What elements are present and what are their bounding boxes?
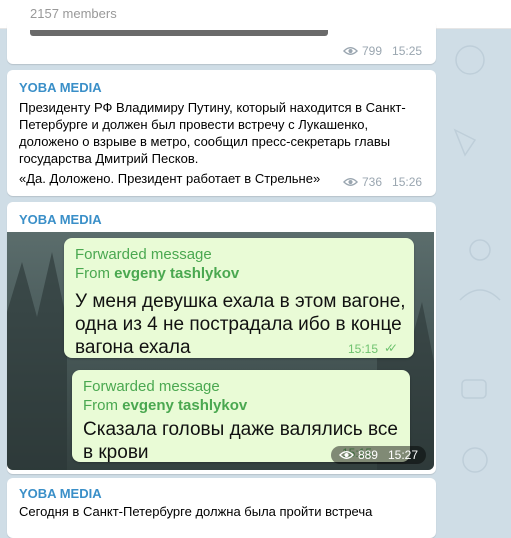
forwarded-message: Forwarded message From evgeny tashlykov … xyxy=(64,238,414,358)
sender-name[interactable]: YOBA MEDIA xyxy=(19,486,102,501)
forwarded-title: Forwarded message xyxy=(83,378,220,395)
read-checks-icon: ✓✓ xyxy=(384,341,398,355)
view-count: 799 xyxy=(362,44,383,58)
forwarded-title: Forwarded message xyxy=(75,246,212,263)
view-count: 889 xyxy=(357,448,378,462)
member-count: 2157 members xyxy=(30,6,117,21)
message-quote: «Да. Доложено. Президент работает в Стре… xyxy=(19,171,321,186)
message-time: 15:25 xyxy=(392,44,423,58)
message-text: Сегодня в Санкт-Петербурге должна была п… xyxy=(19,504,373,519)
views-icon xyxy=(343,178,358,186)
media-thumbnail[interactable] xyxy=(30,30,328,36)
message-meta: 799 15:25 xyxy=(343,44,422,58)
message-bubble[interactable]: YOBA MEDIA Forwarded message From evgeny… xyxy=(7,202,436,474)
view-count: 736 xyxy=(362,175,383,189)
sender-name[interactable]: YOBA MEDIA xyxy=(19,212,102,227)
message-time: 15:27 xyxy=(387,448,418,462)
screenshot-photo[interactable]: Forwarded message From evgeny tashlykov … xyxy=(7,232,434,470)
forwarded-from: From evgeny tashlykov xyxy=(75,265,240,282)
forwarded-from: From evgeny tashlykov xyxy=(83,397,248,414)
message-time: 15:26 xyxy=(392,175,423,189)
message-bubble[interactable]: YOBA MEDIA Президенту РФ Владимиру Путин… xyxy=(7,70,436,196)
views-icon xyxy=(338,451,354,459)
photo-meta: 889 15:27 xyxy=(330,446,426,464)
forwarded-time: 15:15 xyxy=(348,342,379,356)
message-bubble[interactable]: YOBA MEDIA Сегодня в Санкт-Петербурге до… xyxy=(7,478,436,538)
message-text: Президенту РФ Владимиру Путину, который … xyxy=(19,100,406,166)
sender-name[interactable]: YOBA MEDIA xyxy=(19,80,102,95)
message-bubble[interactable]: 799 15:25 xyxy=(7,20,436,64)
views-icon xyxy=(343,47,358,55)
message-meta: 736 15:26 xyxy=(343,175,422,189)
